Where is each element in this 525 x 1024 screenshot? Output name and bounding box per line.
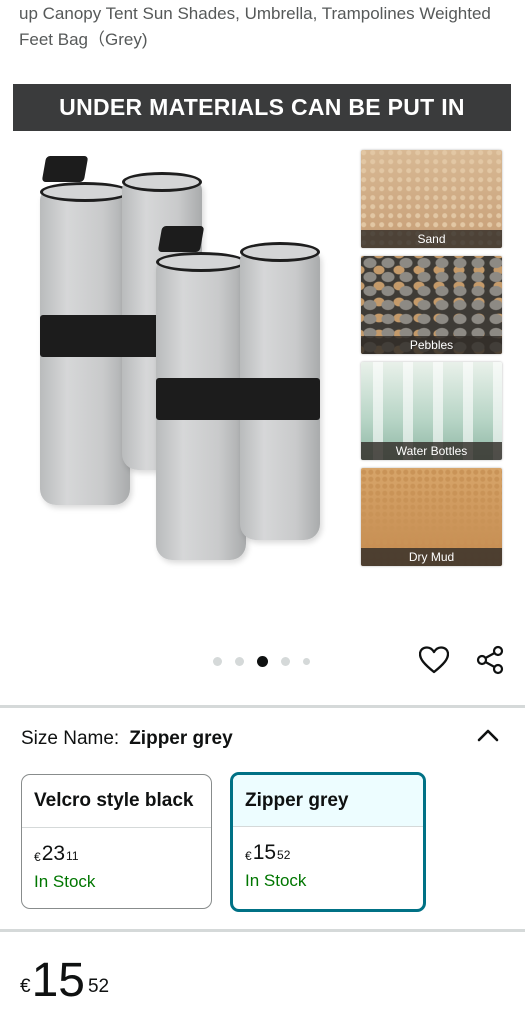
size-name-row: Size Name: Zipper grey: [21, 727, 233, 751]
image-banner: UNDER MATERIALS CAN BE PUT IN: [13, 84, 511, 131]
thumbnail-label: Pebbles: [361, 336, 502, 354]
stock-status: In Stock: [245, 871, 307, 890]
materials-thumbnails: Sand Pebbles Water Bottles Dry Mud: [361, 150, 502, 574]
price-fraction: 52: [277, 848, 291, 862]
product-title: up Canopy Tent Sun Shades, Umbrella, Tra…: [19, 0, 514, 54]
sand-thumbnail: Sand: [361, 150, 502, 248]
product-price: €15 52: [20, 955, 109, 1007]
water-bottles-thumbnail: Water Bottles: [361, 362, 502, 460]
size-name-value: Zipper grey: [129, 728, 233, 749]
collapse-size-button[interactable]: [474, 721, 502, 749]
currency-symbol: €: [20, 976, 31, 997]
price-whole: 23: [41, 842, 66, 865]
chevron-up-icon: [477, 729, 499, 742]
section-divider: [0, 929, 525, 932]
carousel-dot-active[interactable]: [257, 655, 268, 667]
share-button[interactable]: [472, 642, 508, 678]
pebbles-thumbnail: Pebbles: [361, 256, 502, 354]
sandbag-product-image: [30, 150, 330, 570]
carousel-dots[interactable]: [213, 654, 310, 668]
size-option-zipper-grey[interactable]: Zipper grey €1552 In Stock: [230, 772, 426, 912]
thumbnail-label: Water Bottles: [361, 442, 502, 460]
price-whole: 15: [31, 954, 85, 1007]
carousel-dot[interactable]: [235, 656, 244, 666]
size-name-label: Size Name:: [21, 728, 120, 749]
stock-status: In Stock: [34, 872, 96, 891]
option-name: Zipper grey: [233, 775, 423, 827]
wishlist-button[interactable]: [416, 642, 452, 678]
section-divider: [0, 705, 525, 708]
option-price: €1552: [233, 841, 423, 865]
carousel-dot[interactable]: [213, 656, 222, 666]
thumbnail-label: Sand: [361, 230, 502, 248]
thumbnail-label: Dry Mud: [361, 548, 502, 566]
dry-mud-thumbnail: Dry Mud: [361, 468, 502, 566]
carousel-dot[interactable]: [303, 657, 310, 665]
product-image-carousel[interactable]: UNDER MATERIALS CAN BE PUT IN Sand Pebbl…: [0, 80, 525, 700]
carousel-dot[interactable]: [281, 656, 290, 666]
size-option-velcro-style-black[interactable]: Velcro style black €2311 In Stock: [21, 774, 212, 909]
heart-icon: [419, 646, 449, 674]
share-icon: [476, 645, 504, 675]
option-name: Velcro style black: [22, 775, 211, 828]
currency-symbol: €: [245, 849, 252, 863]
price-fraction: 52: [87, 976, 110, 997]
currency-symbol: €: [34, 850, 41, 864]
price-whole: 15: [252, 841, 277, 864]
product-title-line-1: up Canopy Tent Sun Shades, Umbrella, Tra…: [19, 4, 491, 23]
product-title-line-2: Feet Bag（Grey): [19, 30, 148, 49]
price-fraction: 11: [66, 849, 79, 863]
option-price: €2311: [22, 842, 211, 866]
